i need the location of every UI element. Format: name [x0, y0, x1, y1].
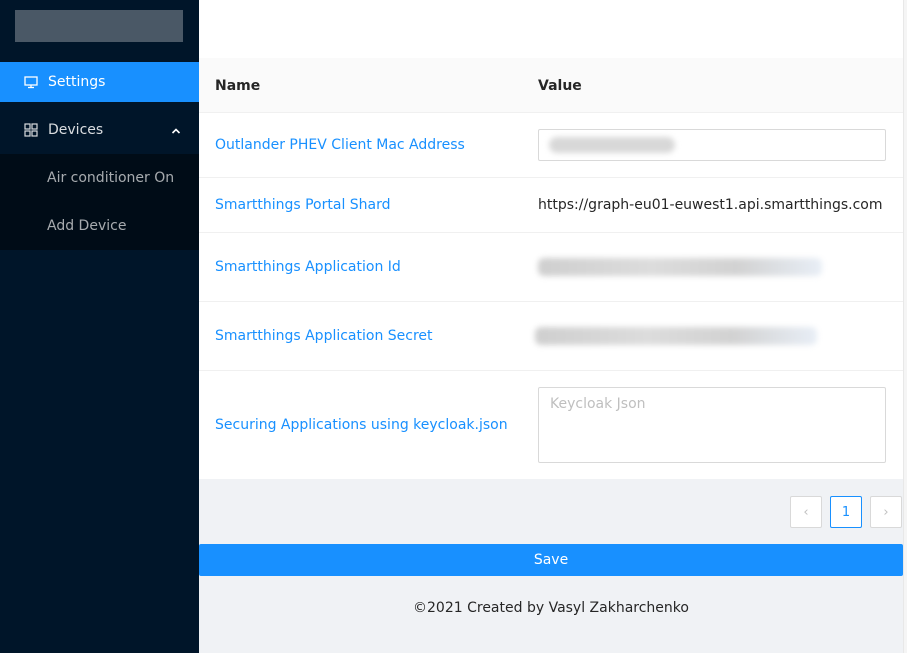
row-name[interactable]: Outlander PHEV Client Mac Address — [215, 113, 465, 177]
appstore-icon — [24, 123, 38, 137]
desktop-icon — [24, 75, 38, 89]
table-row: Outlander PHEV Client Mac Address — [199, 113, 903, 178]
mac-address-input[interactable] — [538, 129, 886, 161]
table-row: Smartthings Application Id — [199, 233, 903, 302]
footer: ©2021 Created by Vasyl Zakharchenko — [413, 600, 689, 616]
sidebar-subitem-add-device[interactable]: Add Device — [0, 206, 199, 246]
row-value — [538, 113, 886, 177]
scrollbar[interactable] — [903, 0, 907, 653]
logo — [15, 10, 183, 42]
row-value — [535, 302, 817, 370]
table-header: Name Value — [199, 58, 903, 113]
sidebar-subitem-label: Add Device — [47, 218, 127, 234]
chevron-up-icon — [171, 124, 181, 134]
settings-table: Name Value Outlander PHEV Client Mac Add… — [199, 58, 903, 479]
row-name[interactable]: Smartthings Portal Shard — [215, 178, 391, 232]
sidebar-subitem-air-conditioner[interactable]: Air conditioner On — [0, 158, 199, 198]
pagination-prev-button[interactable]: ‹ — [790, 496, 822, 528]
application-id-value — [538, 258, 822, 276]
table-row: Securing Applications using keycloak.jso… — [199, 371, 903, 479]
sidebar-item-settings[interactable]: Settings — [0, 62, 199, 102]
row-name[interactable]: Securing Applications using keycloak.jso… — [215, 371, 508, 479]
chevron-left-icon: ‹ — [803, 504, 809, 520]
row-value: Keycloak Json — [538, 371, 886, 479]
save-button[interactable]: Save — [199, 544, 903, 576]
application-secret-value — [535, 327, 817, 345]
row-name[interactable]: Smartthings Application Secret — [215, 302, 433, 370]
sidebar: Settings Devices Air conditioner On Add … — [0, 0, 199, 653]
row-value — [538, 233, 822, 301]
table-row: Smartthings Portal Shard https://graph-e… — [199, 178, 903, 233]
row-value: https://graph-eu01-euwest1.api.smartthin… — [538, 197, 883, 213]
column-header-name: Name — [215, 77, 261, 94]
sidebar-subitem-label: Air conditioner On — [47, 170, 175, 186]
column-header-value: Value — [538, 77, 582, 94]
row-name[interactable]: Smartthings Application Id — [215, 233, 401, 301]
sidebar-item-label: Settings — [48, 74, 106, 90]
sidebar-item-devices[interactable]: Devices — [0, 110, 199, 150]
header — [199, 0, 903, 58]
pagination-next-button[interactable]: › — [870, 496, 902, 528]
keycloak-json-textarea[interactable]: Keycloak Json — [538, 387, 886, 463]
pagination-page-1[interactable]: 1 — [830, 496, 862, 528]
sidebar-item-label: Devices — [48, 122, 104, 138]
chevron-right-icon: › — [883, 504, 889, 520]
table-row: Smartthings Application Secret — [199, 302, 903, 371]
main-content: Name Value Outlander PHEV Client Mac Add… — [199, 0, 907, 653]
